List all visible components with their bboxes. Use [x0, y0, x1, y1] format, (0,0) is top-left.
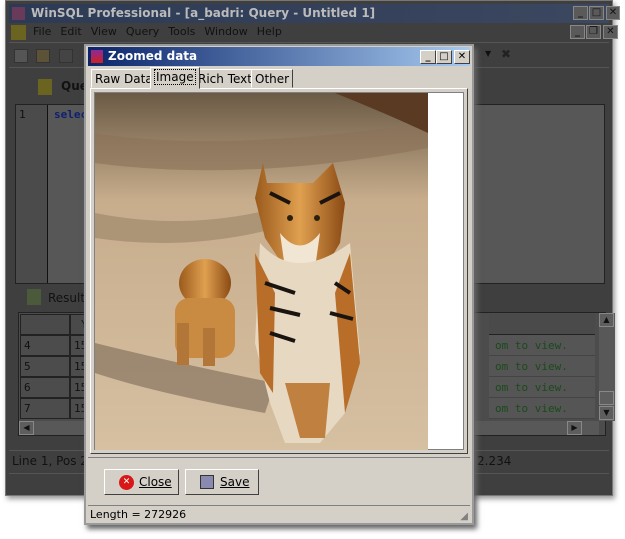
floppy-disk-icon: [200, 475, 214, 489]
menu-file[interactable]: File: [33, 25, 51, 38]
child-minimize-button[interactable]: _: [570, 25, 585, 39]
dialog-title-bar[interactable]: Zoomed data _ □ ✕: [88, 47, 470, 66]
child-restore-button[interactable]: ❐: [586, 25, 601, 39]
tab-image[interactable]: Image: [150, 67, 200, 89]
zoomed-data-dialog: Zoomed data _ □ ✕ Raw Data Image Rich Te…: [84, 44, 474, 525]
minimize-button[interactable]: _: [573, 6, 588, 20]
cub: [175, 259, 235, 366]
menu-tools[interactable]: Tools: [168, 25, 195, 38]
menu-bar: File Edit View Query Tools Window Help _ ❐ ✕: [9, 25, 618, 41]
resize-grip-icon[interactable]: ◢: [460, 511, 468, 522]
query-icon: [38, 79, 52, 95]
dialog-title: Zoomed data: [108, 49, 198, 63]
tiger-image: [95, 93, 428, 450]
dialog-minimize-button[interactable]: _: [420, 50, 436, 64]
cancel-icon[interactable]: ✖: [501, 47, 511, 61]
tab-rich-text[interactable]: Rich Text: [194, 69, 256, 88]
open-folder-icon[interactable]: [36, 49, 50, 63]
main-title-bar: WinSQL Professional - [a_badri: Query - …: [9, 4, 620, 23]
main-title: WinSQL Professional - [a_badri: Query - …: [31, 6, 376, 20]
menu-query[interactable]: Query: [126, 25, 159, 38]
row-number: 4: [20, 335, 70, 356]
scroll-left-icon[interactable]: ◀: [19, 421, 34, 435]
grid-cell[interactable]: om to view.: [489, 356, 595, 377]
dropdown-arrow-icon[interactable]: ▼: [485, 49, 491, 58]
row-number: 6: [20, 377, 70, 398]
menu-edit[interactable]: Edit: [60, 25, 81, 38]
tab-raw-data[interactable]: Raw Data: [91, 69, 157, 88]
save-button-label: Save: [220, 475, 250, 489]
data-length: Length = 272926: [90, 508, 187, 521]
close-x-icon: ✕: [119, 475, 134, 490]
dialog-button-bar: ✕ Close Save: [88, 457, 470, 505]
grid-corner-header: [20, 314, 70, 335]
grid-cell[interactable]: om to view.: [489, 377, 595, 398]
vertical-scrollbar[interactable]: ▲ ▼: [599, 313, 615, 421]
image-tab-panel: [90, 88, 468, 454]
image-viewer: [94, 92, 464, 450]
close-button-label: Close: [139, 475, 172, 489]
menu-window[interactable]: Window: [204, 25, 247, 38]
close-button[interactable]: ✕: [606, 6, 620, 20]
row-number: 7: [20, 398, 70, 419]
status-elapsed: 2.234: [477, 454, 512, 468]
child-close-button[interactable]: ✕: [603, 25, 618, 39]
scroll-up-icon[interactable]: ▲: [599, 313, 614, 327]
save-icon[interactable]: [59, 49, 73, 63]
menu-help[interactable]: Help: [257, 25, 282, 38]
sql-doc-icon: [11, 25, 26, 40]
app-icon: [12, 7, 25, 20]
menu-view[interactable]: View: [91, 25, 117, 38]
line-gutter: 1: [16, 105, 48, 283]
grid-cell[interactable]: om to view.: [489, 398, 595, 419]
save-button[interactable]: Save: [185, 469, 259, 495]
tab-other[interactable]: Other: [251, 69, 294, 88]
adult-tiger: [255, 163, 360, 443]
grid-cell[interactable]: om to view.: [489, 335, 595, 356]
grid-column-header-right[interactable]: [489, 314, 595, 335]
dialog-maximize-button[interactable]: □: [436, 50, 452, 64]
row-number: 5: [20, 356, 70, 377]
dialog-close-button[interactable]: ✕: [454, 50, 470, 64]
resultset-icon: [27, 289, 41, 305]
dialog-status-bar: Length = 272926 ◢: [88, 505, 470, 523]
sql-code: selec: [54, 108, 88, 121]
maximize-button[interactable]: □: [589, 6, 604, 20]
new-icon[interactable]: [14, 49, 28, 63]
app-icon: [91, 50, 103, 63]
scroll-thumb[interactable]: [599, 391, 614, 405]
line-number: 1: [19, 108, 26, 121]
scroll-down-icon[interactable]: ▼: [599, 406, 614, 420]
scroll-right-icon[interactable]: ▶: [567, 421, 582, 435]
close-button[interactable]: ✕ Close: [104, 469, 179, 495]
